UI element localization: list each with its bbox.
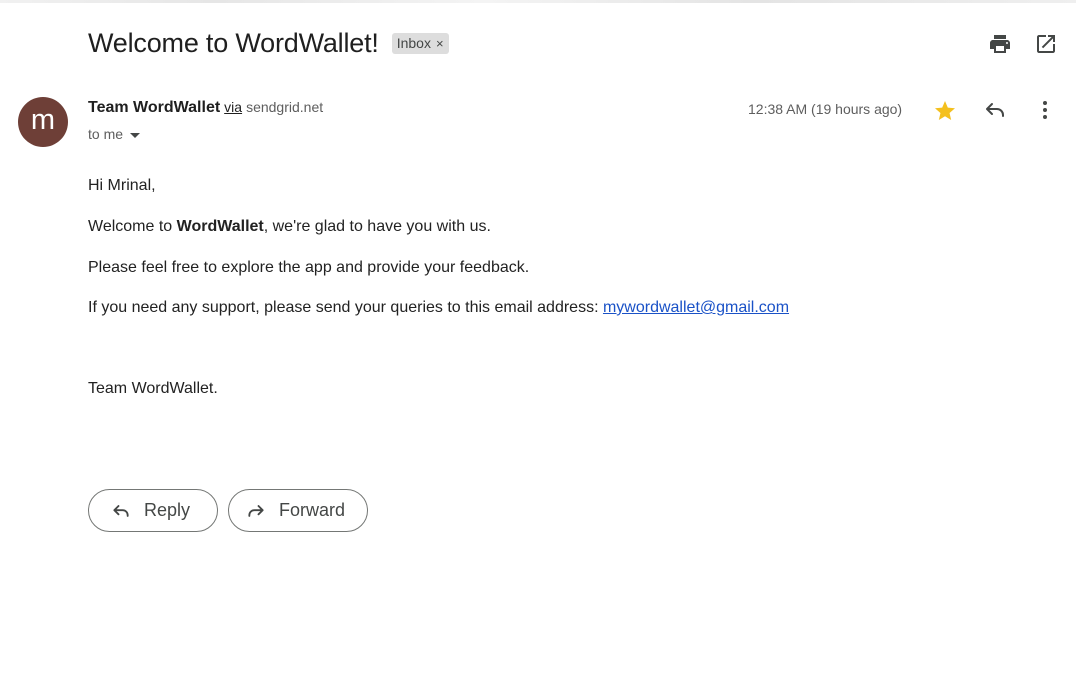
open-in-new-window-icon (1037, 35, 1055, 53)
forward-action-label: Forward (279, 500, 346, 520)
sender-avatar[interactable]: m (18, 97, 68, 147)
chevron-down-icon (130, 132, 141, 138)
subject-row: Welcome to WordWallet! Inbox × (88, 28, 449, 59)
inbox-label-chip[interactable]: Inbox × (391, 33, 449, 54)
via-link[interactable]: via (224, 99, 242, 115)
forward-icon (248, 504, 264, 517)
recipient-text: to me (88, 126, 124, 142)
email-view: Welcome to WordWallet! Inbox × m Team Wo… (0, 0, 1076, 673)
email-subject: Welcome to WordWallet! (88, 28, 379, 58)
body-welcome: Welcome to WordWallet, we're glad to hav… (88, 218, 491, 236)
star-icon (935, 101, 955, 120)
email-timestamp: 12:38 AM (19 hours ago) (748, 101, 903, 117)
forward-action-button[interactable]: Forward (228, 489, 368, 532)
body-explore: Please feel free to explore the app and … (88, 259, 530, 276)
more-vert-icon (1043, 101, 1047, 119)
support-email-link[interactable]: mywordwallet@gmail.com (603, 299, 789, 316)
reply-action-button[interactable]: Reply (88, 489, 218, 532)
remove-label-icon[interactable]: × (436, 36, 444, 51)
sender-line: Team WordWallet via sendgrid.net (88, 99, 323, 117)
welcome-brand: WordWallet (176, 218, 264, 235)
open-in-new-window-button[interactable] (1034, 32, 1058, 56)
body-signoff: Team WordWallet. (88, 380, 218, 397)
body-greeting: Hi Mrinal, (88, 177, 156, 194)
body-support: If you need any support, please send you… (88, 299, 789, 317)
sender-name[interactable]: Team WordWallet (88, 99, 220, 117)
via-domain: sendgrid.net (246, 99, 324, 115)
welcome-prefix: Welcome to (88, 218, 177, 235)
support-prefix: If you need any support, please send you… (88, 299, 603, 316)
reply-action-label: Reply (144, 500, 191, 520)
star-button[interactable] (933, 99, 957, 123)
reply-button[interactable] (983, 98, 1007, 122)
welcome-suffix: , we're glad to have you with us. (263, 218, 491, 235)
print-button[interactable] (988, 32, 1012, 56)
reply-icon (113, 504, 129, 517)
print-icon (990, 35, 1010, 53)
recipient-details-toggle[interactable]: to me (88, 126, 141, 142)
label-chip-text: Inbox (396, 35, 431, 51)
reply-icon (986, 103, 1004, 117)
top-edge-divider (0, 0, 1076, 3)
more-options-button[interactable] (1033, 98, 1057, 122)
